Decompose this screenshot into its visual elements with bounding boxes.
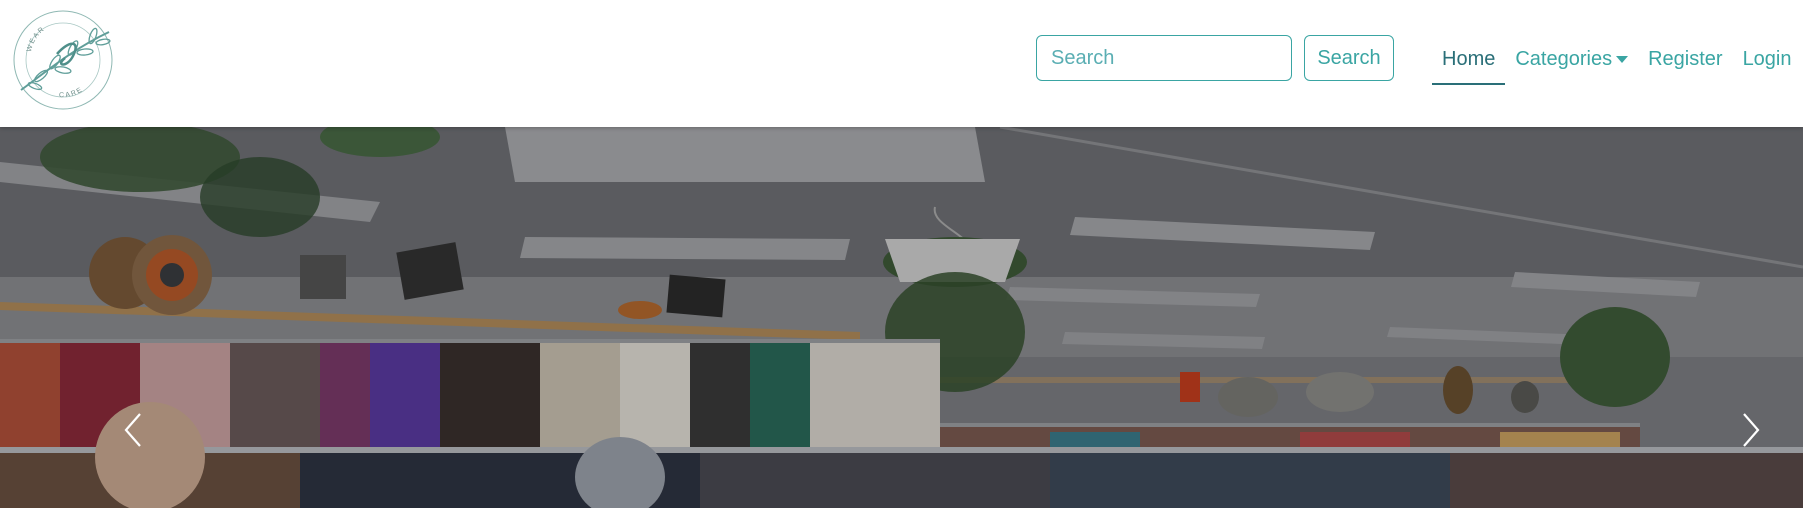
carousel-next-button[interactable] xyxy=(1736,410,1764,450)
nav-register-link[interactable]: Register xyxy=(1638,44,1732,83)
logo-text-top: WEAR xyxy=(26,25,45,52)
nav-home-link[interactable]: Home xyxy=(1432,44,1506,85)
carousel-prev-button[interactable] xyxy=(120,410,148,450)
nav-categories-label: Categories xyxy=(1515,48,1613,70)
main-nav: Home Categories Register Login xyxy=(1432,44,1802,86)
nav-login-link[interactable]: Login xyxy=(1733,44,1802,83)
nav-categories-dropdown[interactable]: Categories xyxy=(1505,44,1638,83)
caret-down-icon xyxy=(1616,56,1629,63)
chevron-right-icon xyxy=(1743,413,1760,447)
search-input[interactable] xyxy=(1036,35,1292,81)
svg-text:WEAR: WEAR xyxy=(26,25,47,52)
navbar: WEAR CARE Search Home Categories xyxy=(0,0,1803,127)
logo-text-bottom: CARE xyxy=(59,86,83,99)
logo-emblem-icon: WEAR CARE xyxy=(13,10,113,110)
hero-carousel xyxy=(0,127,1803,508)
brand-logo[interactable]: WEAR CARE xyxy=(11,10,115,110)
search-button[interactable]: Search xyxy=(1304,35,1394,81)
nav-register-label: Register xyxy=(1648,48,1723,70)
chevron-left-icon xyxy=(124,413,141,447)
nav-login-label: Login xyxy=(1742,48,1792,70)
svg-text:CARE: CARE xyxy=(59,86,85,99)
nav-home-label: Home xyxy=(1442,48,1496,70)
hero-store-image xyxy=(0,127,1803,508)
